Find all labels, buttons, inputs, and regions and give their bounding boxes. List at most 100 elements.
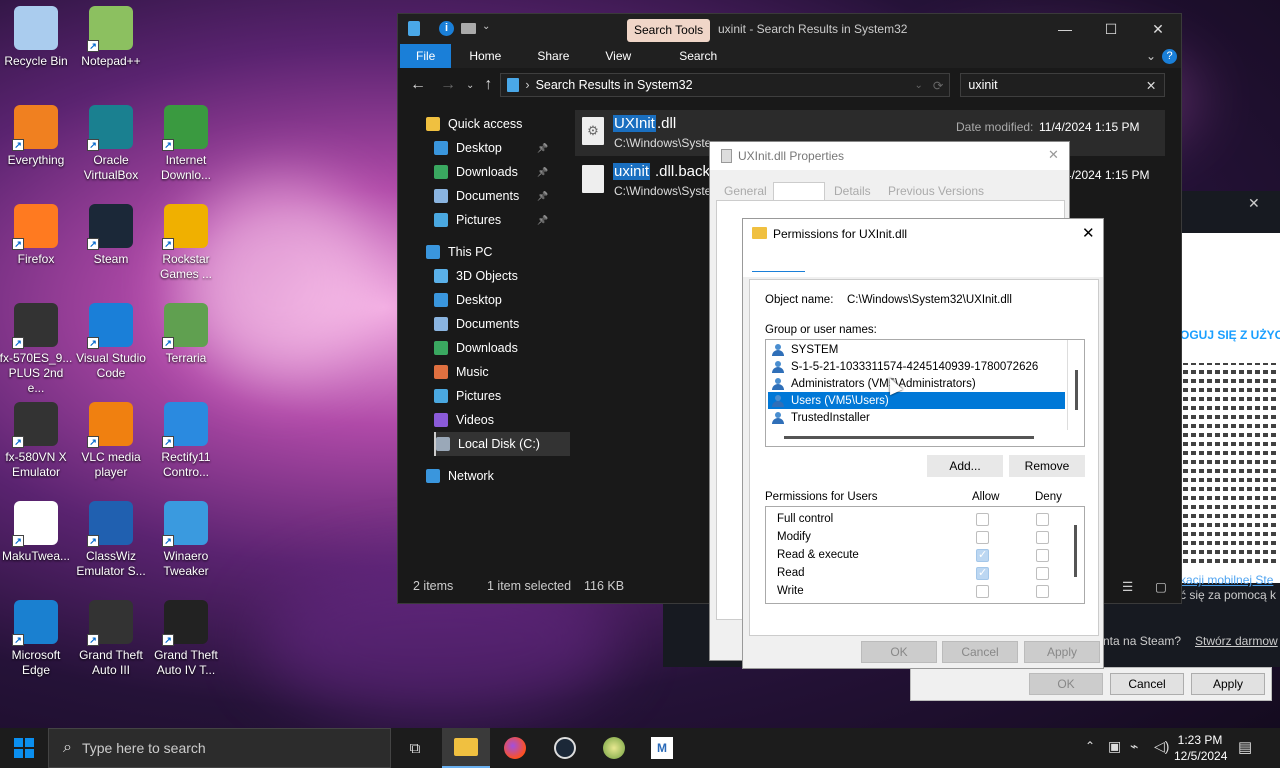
deny-checkbox[interactable] bbox=[1036, 531, 1049, 544]
cancel-button[interactable]: Cancel bbox=[942, 641, 1018, 663]
help-icon[interactable]: ? bbox=[1162, 48, 1177, 64]
allow-checkbox[interactable] bbox=[976, 585, 989, 598]
quick-access-toolbar-chevron-icon[interactable]: ⌄ bbox=[482, 21, 490, 32]
desktop-icon-item[interactable]: ↗ Visual Studio Code bbox=[74, 303, 148, 381]
notification-icon[interactable]: ▤ bbox=[1238, 738, 1252, 756]
new-folder-icon[interactable] bbox=[461, 23, 476, 34]
user-list[interactable]: SYSTEM S-1-5-21-1033311574-4245140939-178… bbox=[765, 339, 1085, 447]
desktop-icon-item[interactable]: ↗ Rockstar Games ... bbox=[149, 204, 223, 282]
permissions-close-icon[interactable]: ✕ bbox=[1082, 224, 1095, 242]
remove-button[interactable]: Remove bbox=[1009, 455, 1085, 477]
start-button[interactable] bbox=[0, 728, 48, 768]
desktop-icon-item[interactable]: ↗ MakuTwea... bbox=[0, 501, 73, 564]
tab-general[interactable]: General bbox=[724, 184, 767, 198]
context-tab-search-tools[interactable]: Search Tools bbox=[627, 19, 711, 42]
desktop-icon-item[interactable]: ↗ Grand Theft Auto III bbox=[74, 600, 148, 678]
desktop-icon-item[interactable]: ↗ Steam bbox=[74, 204, 148, 267]
properties-icon[interactable]: i bbox=[439, 21, 454, 36]
app-taskbar-icon[interactable] bbox=[590, 728, 638, 768]
explorer-titlebar[interactable]: i ⌄ Search Tools uxinit - Search Results… bbox=[398, 14, 1181, 44]
close-button[interactable]: ✕ bbox=[1135, 14, 1181, 44]
nav-item[interactable]: Desktop bbox=[434, 288, 502, 312]
nav-item[interactable]: Videos bbox=[434, 408, 494, 432]
qr-code[interactable] bbox=[1183, 363, 1277, 563]
up-arrow-icon[interactable]: ↑ bbox=[484, 76, 492, 94]
address-bar[interactable]: › Search Results in System32 ⌄ ⟳ bbox=[500, 73, 951, 97]
nav-item[interactable]: Pictures 📌 bbox=[434, 208, 548, 232]
tab-security[interactable] bbox=[773, 182, 825, 200]
clear-search-icon[interactable]: ✕ bbox=[1146, 78, 1156, 93]
desktop-icon-item[interactable]: ↗ Winaero Tweaker bbox=[149, 501, 223, 579]
firefox-taskbar-icon[interactable] bbox=[491, 728, 539, 768]
deny-checkbox[interactable] bbox=[1036, 585, 1049, 598]
perm-scroll-thumb[interactable] bbox=[1074, 525, 1077, 577]
ok-button[interactable]: OK bbox=[861, 641, 937, 663]
nav-item[interactable]: Network bbox=[426, 464, 494, 488]
deny-checkbox[interactable] bbox=[1036, 513, 1049, 526]
minimize-button[interactable]: — bbox=[1042, 14, 1088, 44]
nav-item[interactable]: Quick access bbox=[426, 112, 522, 136]
desktop-icon-item[interactable]: ↗ Notepad++ bbox=[74, 6, 148, 69]
address-dropdown-icon[interactable]: ⌄ bbox=[915, 80, 923, 91]
desktop-icon-item[interactable]: ↗ VLC media player bbox=[74, 402, 148, 480]
forward-arrow-icon[interactable]: → bbox=[440, 76, 456, 94]
user-list-vscrollbar[interactable] bbox=[1067, 340, 1084, 430]
desktop-icon-item[interactable]: ↗ fx-580VN X Emulator bbox=[0, 402, 73, 480]
tab-details[interactable]: Details bbox=[834, 184, 871, 198]
back-arrow-icon[interactable]: ← bbox=[410, 76, 426, 94]
allow-checkbox[interactable] bbox=[976, 548, 989, 562]
ribbon-tab-search[interactable]: Search bbox=[661, 44, 735, 68]
security-tab[interactable] bbox=[752, 271, 805, 277]
desktop-icon-item[interactable]: ↗ Everything bbox=[0, 105, 73, 168]
nav-item[interactable]: Downloads 📌 bbox=[434, 160, 548, 184]
steam-close-icon[interactable]: ✕ bbox=[1248, 195, 1260, 212]
large-icons-view-icon[interactable]: ▢ bbox=[1155, 579, 1167, 594]
clock[interactable]: 1:23 PM 12/5/2024 bbox=[1156, 732, 1227, 764]
desktop-icon-item[interactable]: ↗ Firefox bbox=[0, 204, 73, 267]
nav-item[interactable]: Downloads bbox=[434, 336, 518, 360]
vscroll-thumb[interactable] bbox=[1075, 370, 1078, 410]
desktop-icon-item[interactable]: ↗ Grand Theft Auto IV T... bbox=[149, 600, 223, 678]
allow-checkbox[interactable] bbox=[976, 513, 989, 526]
permissions-dialog[interactable]: Permissions for UXInit.dll ✕ Object name… bbox=[742, 218, 1104, 669]
nav-item[interactable]: Local Disk (C:) bbox=[434, 432, 570, 456]
apply-button[interactable]: Apply bbox=[1024, 641, 1100, 663]
details-view-icon[interactable]: ☰ bbox=[1122, 579, 1133, 594]
steam-taskbar-icon[interactable] bbox=[541, 728, 589, 768]
file-explorer-taskbar-icon[interactable] bbox=[442, 728, 490, 768]
user-list-item[interactable]: TrustedInstaller bbox=[768, 409, 1065, 426]
steam-app-text[interactable]: kacji mobilnej Ste bbox=[1180, 573, 1273, 587]
nav-item[interactable]: 3D Objects bbox=[434, 264, 518, 288]
nav-item[interactable]: Desktop 📌 bbox=[434, 136, 548, 160]
input-tray-icon[interactable]: ⌁ bbox=[1130, 738, 1138, 755]
user-list-item[interactable]: SYSTEM bbox=[768, 341, 1065, 358]
permissions-titlebar[interactable]: Permissions for UXInit.dll ✕ bbox=[743, 219, 1103, 249]
search-input[interactable]: uxinit bbox=[968, 78, 997, 92]
allow-checkbox[interactable] bbox=[976, 566, 989, 580]
ribbon-expand-icon[interactable]: ⌄ bbox=[1140, 44, 1162, 68]
makutweaker-taskbar-icon[interactable]: M bbox=[638, 728, 686, 768]
desktop-icon-item[interactable]: Recycle Bin bbox=[0, 6, 73, 69]
deny-checkbox[interactable] bbox=[1036, 567, 1049, 580]
nav-item[interactable]: Documents bbox=[434, 312, 519, 336]
desktop-icon-item[interactable]: ↗ Rectify11 Contro... bbox=[149, 402, 223, 480]
user-list-item[interactable]: Users (VM5\Users) bbox=[768, 392, 1065, 409]
ribbon-tab-share[interactable]: Share bbox=[519, 44, 587, 68]
add-button[interactable]: Add... bbox=[927, 455, 1003, 477]
back-apply-button[interactable]: Apply bbox=[1191, 673, 1265, 695]
show-hidden-icons-icon[interactable]: ⌃ bbox=[1085, 739, 1095, 753]
hscroll-thumb[interactable] bbox=[784, 436, 1034, 439]
desktop-icon-item[interactable]: ↗ Oracle VirtualBox bbox=[74, 105, 148, 183]
back-ok-button[interactable]: OK bbox=[1029, 673, 1103, 695]
steam-create-link[interactable]: Stwórz darmow bbox=[1195, 634, 1278, 648]
maximize-button[interactable]: ☐ bbox=[1088, 14, 1134, 44]
search-box[interactable]: uxinit ✕ bbox=[960, 73, 1166, 97]
nav-item[interactable]: Pictures bbox=[434, 384, 501, 408]
properties-close-icon[interactable]: ✕ bbox=[1048, 147, 1059, 163]
desktop-icon-item[interactable]: ↗ Internet Downlo... bbox=[149, 105, 223, 183]
ribbon-tab-file[interactable]: File bbox=[400, 44, 452, 68]
desktop-icon-item[interactable]: ↗ Terraria bbox=[149, 303, 223, 366]
ribbon-tab-view[interactable]: View bbox=[587, 44, 649, 68]
desktop-icon-item[interactable]: ↗ fx-570ES_9... PLUS 2nd e... bbox=[0, 303, 73, 396]
network-tray-icon[interactable]: ▣ bbox=[1108, 738, 1121, 755]
